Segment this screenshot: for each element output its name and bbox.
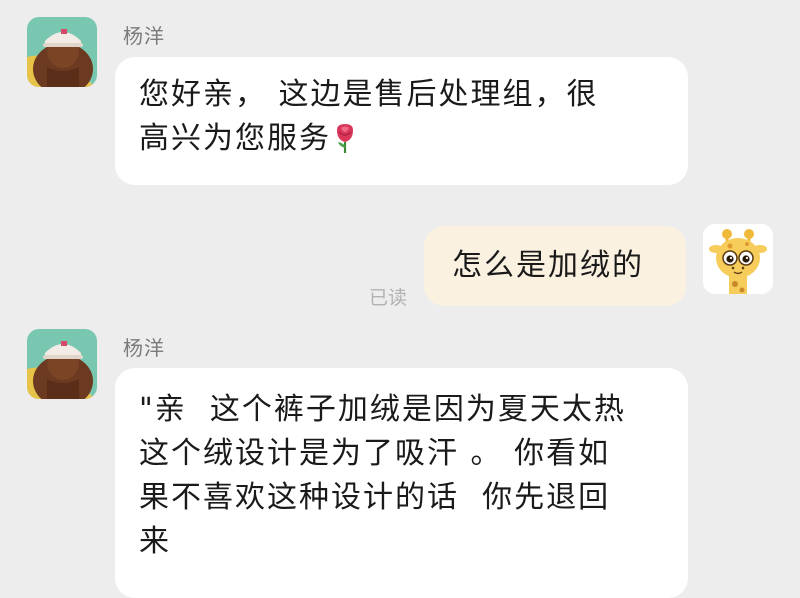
message-bubble-incoming[interactable]: "亲 这个裤子加绒是因为夏天太热 这个绒设计是为了吸汗 。 你看如 果不喜欢这种… <box>115 368 688 598</box>
rose-emoji-icon <box>333 122 357 167</box>
message-bubble-outgoing[interactable]: 怎么是加绒的 <box>424 226 686 306</box>
message-bubble-incoming[interactable]: 您好亲， 这边是售后处理组，很 高兴为您服务 <box>115 57 688 185</box>
message-text-line: 您好亲， 这边是售后处理组，很 <box>139 77 599 112</box>
avatar-giraffe-icon <box>703 224 773 294</box>
read-receipt: 已读 <box>369 287 408 309</box>
message-text: 怎么是加绒的 <box>452 248 644 283</box>
avatar-person-cap-icon <box>27 17 97 87</box>
sender-name: 杨洋 <box>123 336 165 360</box>
message-text-line: 这个绒设计是为了吸汗 。 你看如 <box>139 436 611 471</box>
sender-name: 杨洋 <box>123 24 165 48</box>
avatar-person-cap-icon <box>27 329 97 399</box>
user-avatar[interactable] <box>703 224 773 294</box>
agent-avatar[interactable] <box>27 329 97 399</box>
message-text-line: 高兴为您服务 <box>139 117 664 167</box>
agent-avatar[interactable] <box>27 17 97 87</box>
message-text-line: 来 <box>139 524 171 559</box>
message-text-line: 果不喜欢这种设计的话 你先退回 <box>139 480 611 515</box>
message-text-line: "亲 这个裤子加绒是因为夏天太热 <box>139 392 626 427</box>
